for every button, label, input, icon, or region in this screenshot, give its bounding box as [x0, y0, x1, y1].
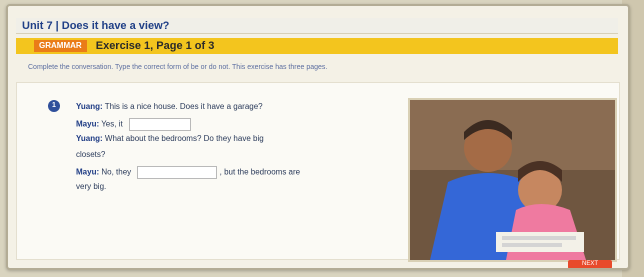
exercise-title: Exercise 1, Page 1 of 3 — [95, 40, 215, 52]
dialogue-text: Yes, it — [101, 119, 123, 129]
instructions-text: Complete the conversation. Type the corr… — [28, 64, 328, 71]
dialogue-line-3: Yuang: What about the bedrooms? Do they … — [76, 134, 264, 143]
answer-input-2[interactable] — [137, 166, 218, 179]
family-photo-illustration — [410, 100, 615, 260]
dialogue-line-2: Mayu: Yes, it — [76, 118, 191, 131]
next-button[interactable]: NEXT — [568, 260, 612, 268]
dialogue-text: What about the bedrooms? Do they have bi… — [104, 134, 264, 143]
dialogue-text: No, they — [101, 167, 132, 177]
speaker-label: Mayu: — [76, 119, 100, 129]
grammar-badge: GRAMMAR — [34, 40, 87, 53]
app-window: Unit 7 | Does it have a view? GRAMMAR Ex… — [6, 4, 630, 270]
dialogue-text-after: , but the bedrooms are — [219, 167, 301, 177]
exercise-header: GRAMMAR Exercise 1, Page 1 of 3 — [16, 38, 618, 54]
dialogue-line-5: Mayu: No, they , but the bedrooms are — [76, 166, 300, 179]
window-title: Unit 7 | Does it have a view? — [16, 18, 618, 34]
family-photo — [408, 98, 617, 262]
dialogue-text: closets? — [76, 150, 106, 159]
dialogue-line-1: Yuang: This is a nice house. Does it hav… — [76, 102, 263, 111]
dialogue-line-6: very big. — [76, 182, 106, 191]
dialogue-line-4: closets? — [76, 150, 105, 159]
answer-input-1[interactable] — [128, 118, 191, 131]
dialogue-text: very big. — [76, 182, 107, 191]
dialogue-text: This is a nice house. Does it have a gar… — [104, 102, 263, 111]
speaker-label: Yuang: — [76, 134, 103, 143]
speaker-label: Mayu: — [76, 167, 100, 177]
question-number-badge: 1 — [48, 100, 60, 112]
speaker-label: Yuang: — [76, 102, 103, 111]
